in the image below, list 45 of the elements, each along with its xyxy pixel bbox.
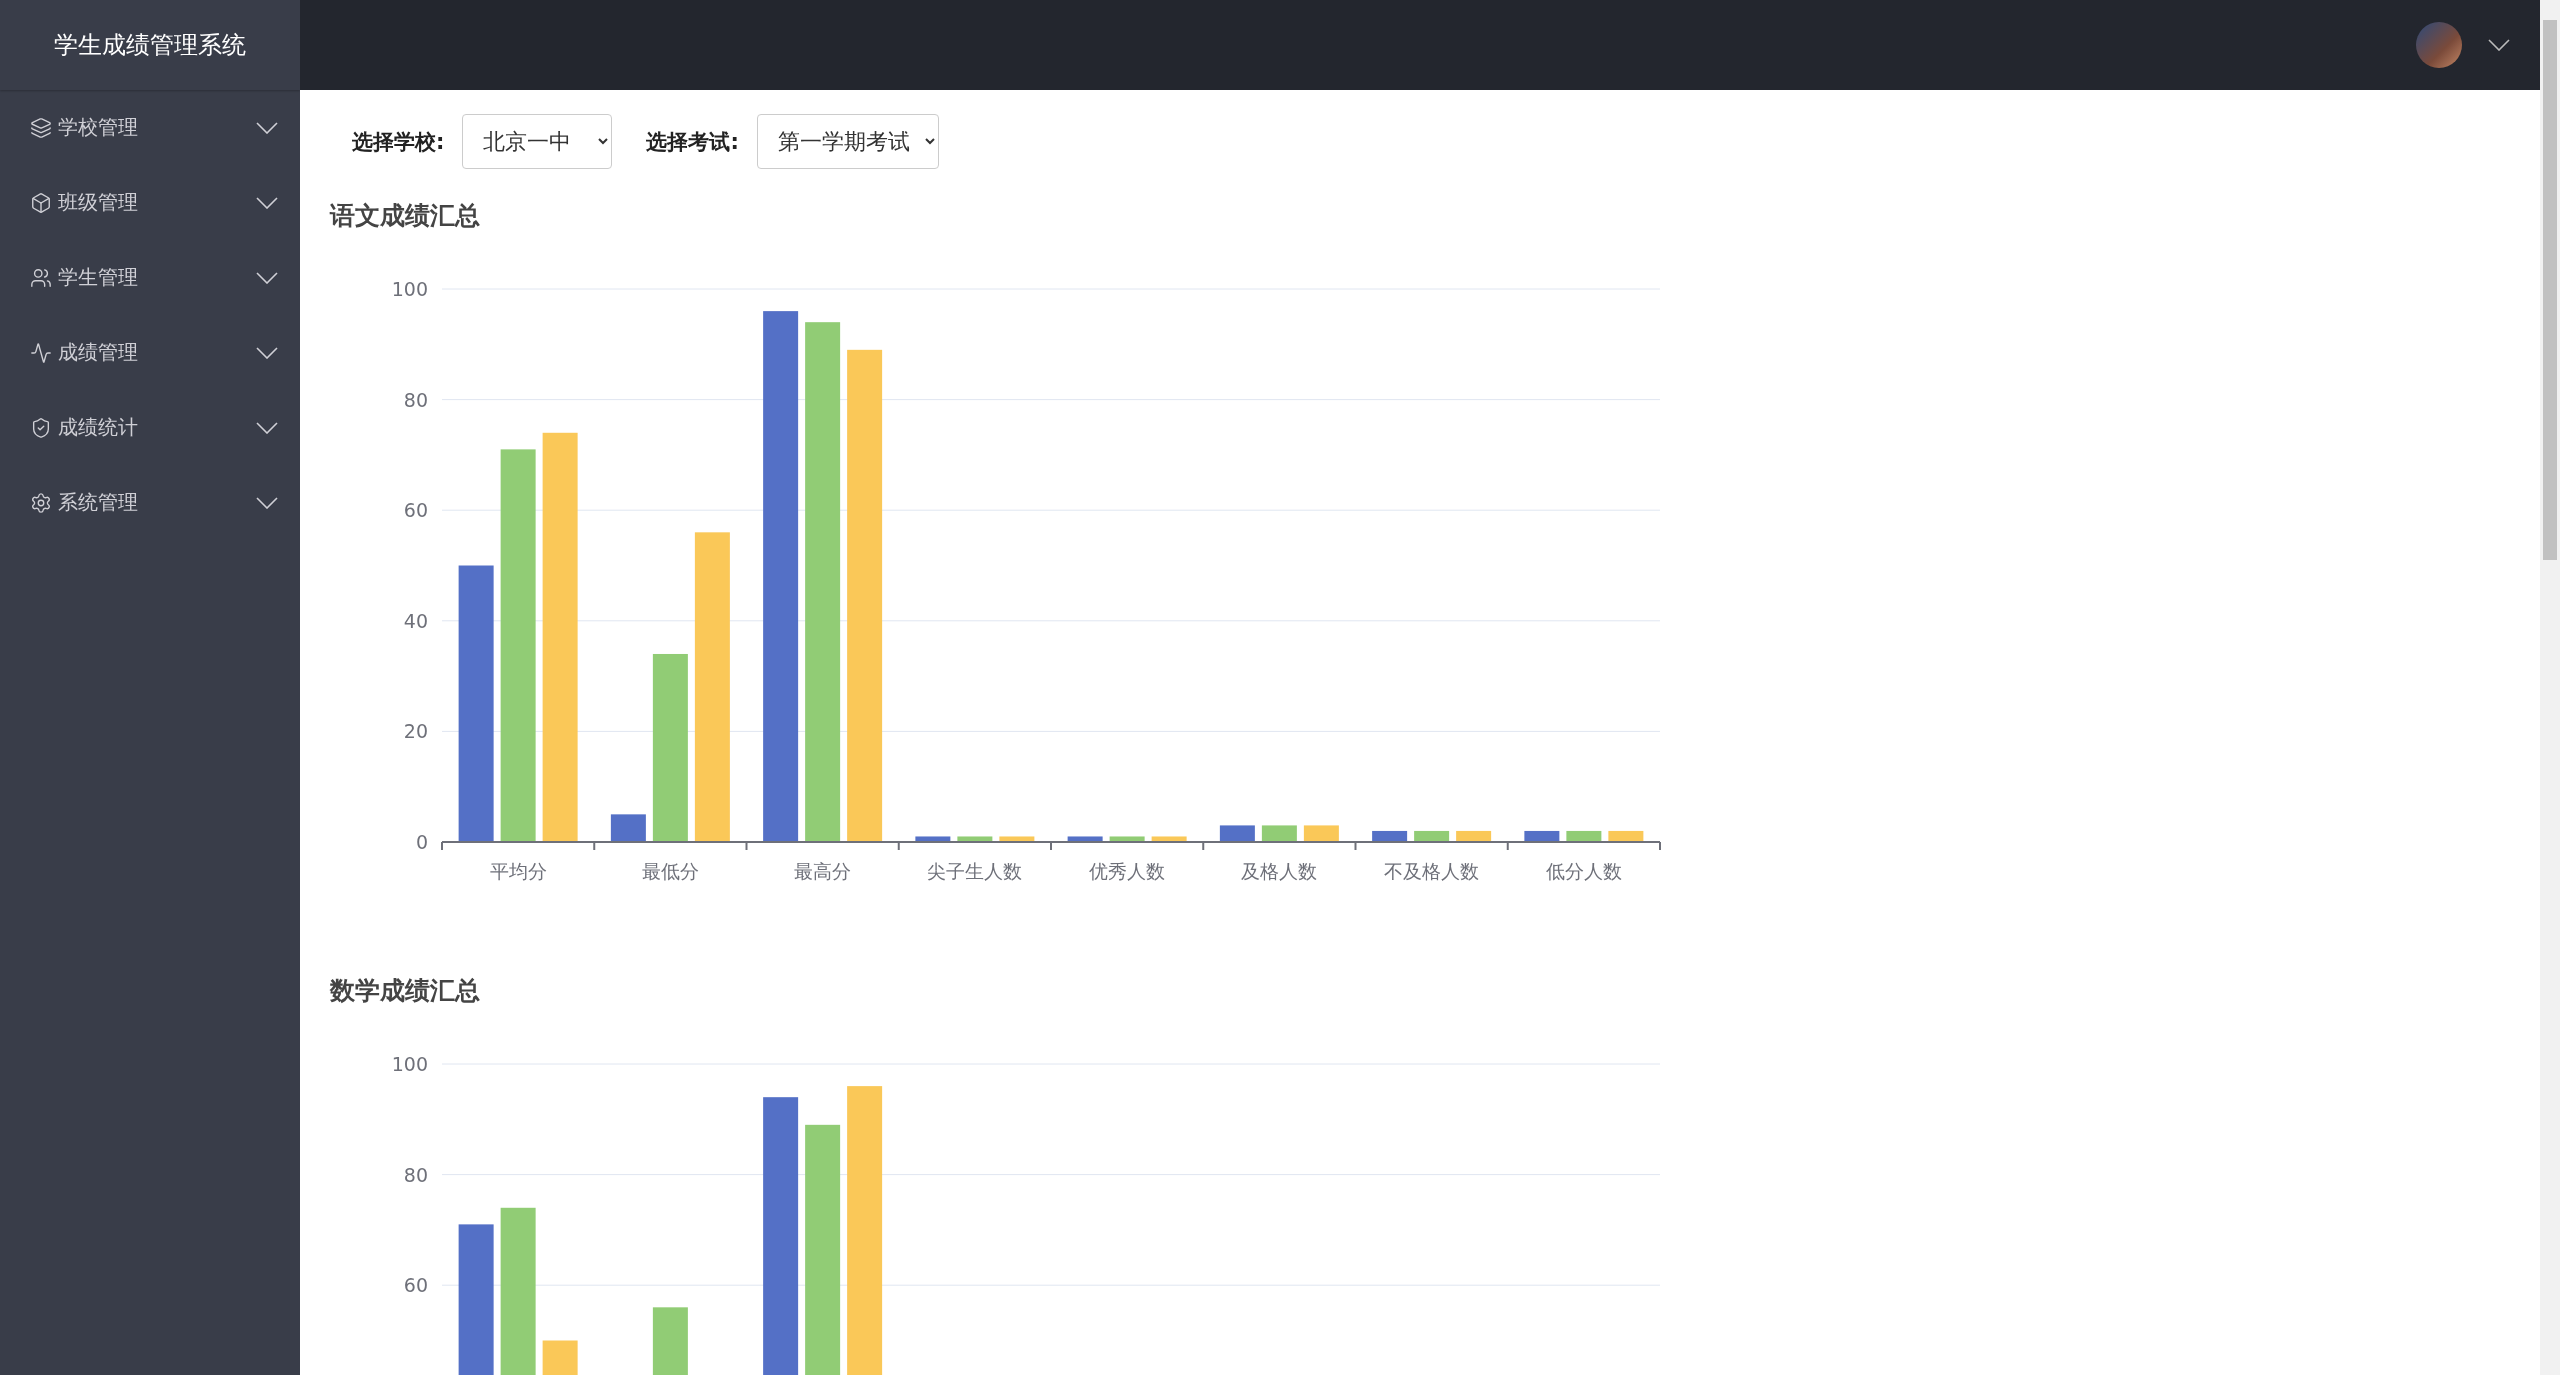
avatar-photo-placeholder[interactable]	[2416, 22, 2462, 68]
x-axis-label: 平均分	[489, 860, 547, 882]
chevron-icon[interactable]	[2488, 39, 2510, 51]
x-axis-label: 及格人数	[1241, 860, 1318, 882]
menu-label: 成绩管理	[58, 339, 139, 366]
section-title: 语文成绩汇总	[330, 200, 481, 232]
y-axis-label: 80	[403, 1163, 428, 1186]
x-axis-label: 尖子生人数	[927, 860, 1023, 882]
y-axis-label: 80	[403, 388, 428, 411]
dropdown[interactable]: 北京一中	[462, 114, 613, 169]
layers-icon	[30, 116, 52, 139]
menu-item[interactable]: 系统管理	[0, 465, 300, 540]
scrollbar-drawing[interactable]	[2540, 0, 2560, 1375]
y-axis-label: 100	[391, 278, 428, 300]
y-axis-label: 20	[403, 720, 428, 743]
app-title: 学生成绩管理系统	[0, 0, 300, 90]
y-axis-label: 100	[391, 1053, 428, 1075]
menu-label: 成绩统计	[58, 414, 139, 441]
menu-item[interactable]: 班级管理	[0, 165, 300, 240]
filter-label: 选择考试:	[646, 128, 739, 156]
x-axis-label: 优秀人数	[1089, 860, 1166, 882]
cube-icon	[30, 191, 52, 214]
x-axis-label: 不及格人数	[1384, 860, 1480, 882]
user-icon	[30, 266, 52, 289]
menu-item[interactable]: 成绩管理	[0, 315, 300, 390]
section-title: 数学成绩汇总	[330, 975, 481, 1007]
y-axis-label: 60	[403, 499, 428, 522]
filter-label: 选择学校:	[352, 128, 445, 156]
y-axis-label: 40	[403, 609, 428, 632]
dropdown[interactable]: 第一学期考试	[756, 114, 939, 169]
menu-item[interactable]: 学校管理	[0, 90, 300, 165]
menu-label: 学校管理	[58, 114, 139, 141]
menu-label: 班级管理	[58, 189, 139, 216]
menu-label: 系统管理	[58, 489, 139, 516]
y-axis-label: 60	[403, 1274, 428, 1297]
menu-item[interactable]: 成绩统计	[0, 390, 300, 465]
menu-item[interactable]: 学生管理	[0, 240, 300, 315]
x-axis-label: 最高分	[794, 860, 852, 882]
menu-label: 学生管理	[58, 264, 139, 291]
pulse-icon	[30, 341, 52, 364]
settings-icon	[30, 491, 52, 514]
shield-check-icon	[30, 416, 52, 439]
y-axis-label: 0	[415, 831, 428, 853]
x-axis-label: 最低分	[641, 860, 699, 882]
x-axis-label: 低分人数	[1545, 860, 1622, 882]
